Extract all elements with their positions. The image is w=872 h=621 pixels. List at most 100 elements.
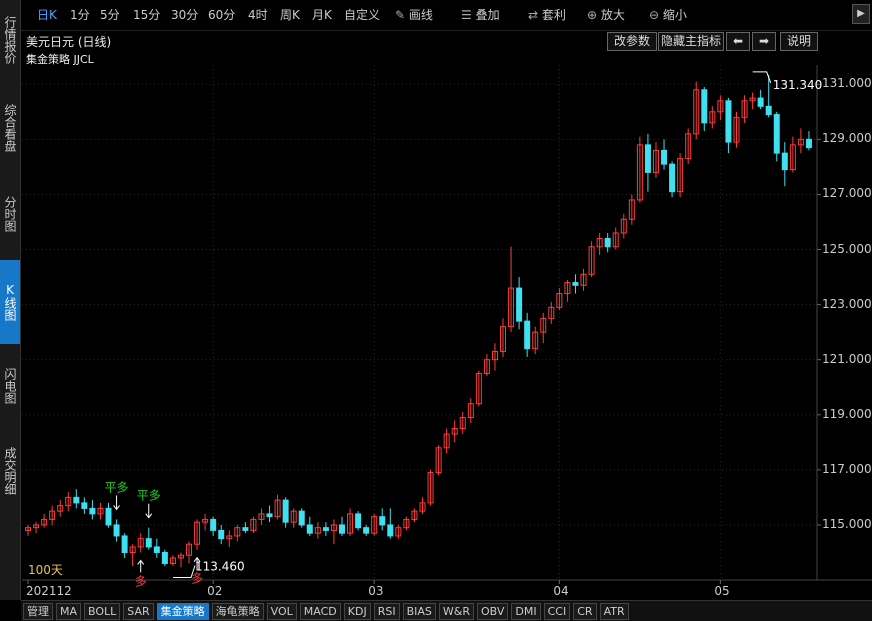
indicator-tab-1[interactable]: MA (56, 603, 82, 620)
candle (41, 513, 48, 528)
indicator-tab-2[interactable]: BOLL (84, 603, 121, 620)
candle-body (81, 502, 88, 509)
candle-body (669, 163, 676, 193)
candle (153, 538, 160, 558)
indicator-tab-0[interactable]: 管理 (23, 603, 53, 620)
candle (781, 142, 788, 187)
candle (459, 412, 466, 435)
indicator-tab-12[interactable]: OBV (477, 603, 509, 620)
candle (226, 530, 233, 547)
candle-body (218, 529, 225, 540)
signal-label: 平多 (105, 480, 129, 494)
candle (749, 92, 756, 110)
candle-body (298, 510, 305, 526)
candle (210, 516, 217, 536)
candle (282, 497, 289, 528)
candle (435, 445, 442, 476)
candle (596, 232, 603, 256)
candle (483, 354, 490, 377)
candlestick-chart[interactable]: 113.460131.340平多平多多多 (0, 0, 872, 600)
candle (451, 420, 458, 443)
candle (419, 497, 426, 514)
candle (524, 312, 531, 357)
candle (773, 111, 780, 162)
candle (242, 522, 249, 534)
candle (564, 279, 571, 302)
indicator-tab-5[interactable]: 海龟策略 (211, 603, 264, 620)
candle-body (282, 499, 289, 523)
indicator-tab-14[interactable]: CCI (543, 603, 571, 620)
candle (805, 131, 812, 151)
x-tick-label: 202112 (26, 584, 72, 598)
candle-body (242, 527, 249, 531)
candle-body (604, 238, 611, 248)
candle (685, 128, 692, 165)
candle (443, 428, 450, 454)
candle (161, 549, 168, 567)
candle-body (306, 524, 313, 534)
signal-label: 多 (191, 572, 203, 586)
candle-body (757, 97, 764, 107)
candle (169, 555, 176, 567)
indicator-tab-10[interactable]: BIAS (402, 603, 436, 620)
candle (202, 513, 209, 531)
candle (218, 524, 225, 545)
candle-body (524, 320, 531, 350)
x-tick-label: 05 (714, 584, 730, 598)
indicator-tab-3[interactable]: SAR (123, 603, 154, 620)
candle (508, 246, 515, 333)
candle (403, 516, 410, 531)
candle (395, 524, 402, 539)
candle (548, 301, 555, 324)
candle (725, 98, 732, 154)
candle (113, 519, 120, 542)
indicator-tab-4[interactable]: 集金策略 (156, 603, 209, 620)
candle (274, 494, 281, 520)
indicator-tab-15[interactable]: CR (573, 603, 597, 620)
indicator-tabs: 管理 MA BOLL SAR 集金策略 海龟策略 VOL MACD KDJ RSI BIAS W&R O… (21, 600, 872, 621)
candle (298, 508, 305, 528)
candle (387, 508, 394, 539)
candle (516, 277, 523, 330)
candle-body (516, 287, 523, 322)
candle (677, 153, 684, 198)
candle (612, 227, 619, 250)
indicator-tab-11[interactable]: W&R (438, 603, 474, 620)
candle (475, 370, 482, 407)
candle (644, 133, 651, 192)
candle-body (363, 527, 370, 534)
candle-body (725, 100, 732, 143)
indicator-tab-8[interactable]: KDJ (343, 603, 371, 620)
signal-label: 多 (135, 574, 147, 588)
candle (604, 232, 611, 253)
candle (572, 274, 579, 294)
candle-body (379, 516, 386, 526)
candle (741, 95, 748, 123)
indicator-tab-13[interactable]: DMI (511, 603, 541, 620)
candle (363, 524, 370, 536)
candle (620, 213, 627, 239)
candle-body (153, 546, 160, 553)
candle (701, 87, 708, 132)
candle (322, 522, 329, 536)
candle (338, 516, 345, 536)
candle (580, 268, 587, 291)
candle-body (161, 551, 168, 564)
indicator-tab-9[interactable]: RSI (373, 603, 400, 620)
indicator-tab-7[interactable]: MACD (299, 603, 341, 620)
y-tick-label: 119.000 (822, 406, 872, 421)
y-tick-label: 117.000 (822, 461, 872, 476)
indicator-tab-6[interactable]: VOL (266, 603, 297, 620)
candle-body (210, 518, 217, 531)
candle-body (145, 538, 152, 548)
candle (97, 502, 104, 520)
candle (145, 527, 152, 550)
candle (314, 522, 321, 539)
candle (81, 497, 88, 514)
price-axis: 115.000 117.000 119.000 121.000 123.000 125.0… (818, 65, 872, 580)
candle (789, 136, 796, 173)
candle (379, 508, 386, 531)
candle-body (322, 527, 329, 531)
candle (491, 343, 498, 371)
indicator-tab-16[interactable]: ATR (599, 603, 629, 620)
